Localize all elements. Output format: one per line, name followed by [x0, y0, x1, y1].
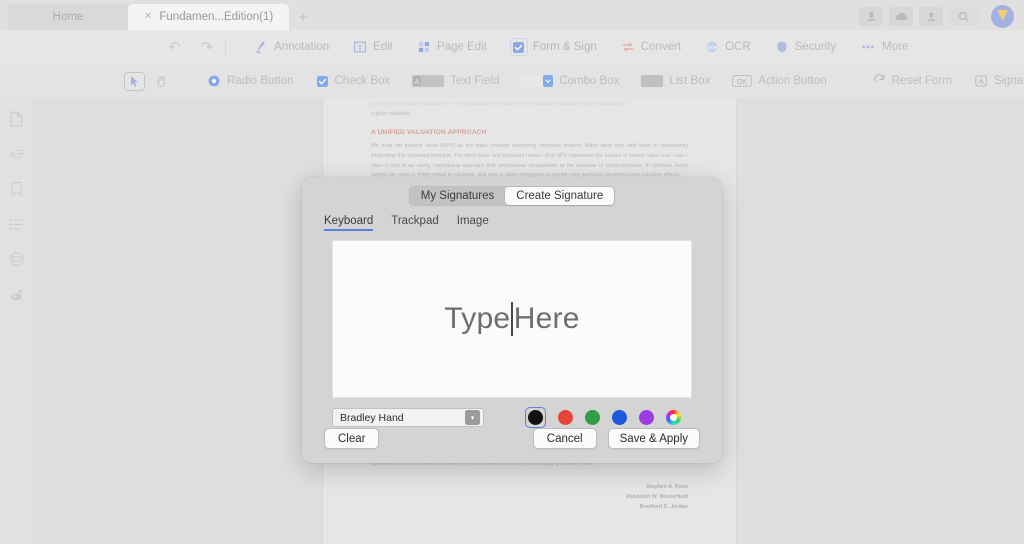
save-apply-button[interactable]: Save & Apply [607, 428, 700, 449]
signature-canvas[interactable]: Type Here [332, 240, 692, 398]
cancel-button[interactable]: Cancel [532, 428, 597, 449]
color-dot-black [528, 410, 543, 425]
color-swatch-wheel-icon[interactable] [666, 410, 681, 425]
color-swatch-blue[interactable] [612, 410, 627, 425]
chevron-down-icon[interactable]: ▾ [465, 410, 480, 425]
signature-placeholder-right: Here [513, 302, 580, 335]
signature-input-tabs: Keyboard Trackpad Image [302, 206, 722, 231]
segment-my-signatures[interactable]: My Signatures [410, 187, 506, 205]
clear-button[interactable]: Clear [324, 428, 380, 449]
signature-mode-segmented-control: My Signatures Create Signature [408, 186, 616, 206]
segment-create-signature[interactable]: Create Signature [505, 187, 615, 205]
dialog-footer-right: Cancel Save & Apply [532, 428, 700, 449]
color-swatch-green[interactable] [585, 410, 600, 425]
font-select-value: Bradley Hand [340, 411, 404, 424]
app-window: Home ✕ Fundamen...Edition(1) + ↶ ↷ Annot… [0, 0, 1024, 544]
signature-placeholder: Type Here [444, 302, 579, 336]
color-swatch-red[interactable] [558, 410, 573, 425]
text-caret [511, 302, 513, 336]
color-swatch-black[interactable] [525, 407, 546, 428]
tab-trackpad[interactable]: Trackpad [391, 215, 439, 231]
font-select[interactable]: Bradley Hand ▾ [332, 408, 484, 427]
signature-placeholder-left: Type [444, 302, 511, 335]
tab-image[interactable]: Image [457, 215, 489, 231]
signature-controls: Bradley Hand ▾ [302, 398, 722, 428]
color-swatch-purple[interactable] [639, 410, 654, 425]
dialog-footer: Clear Cancel Save & Apply [302, 428, 722, 449]
signature-mode-segmented-control-wrap: My Signatures Create Signature [302, 177, 722, 206]
color-swatches [525, 407, 681, 428]
signature-dialog: My Signatures Create Signature Keyboard … [302, 177, 722, 463]
tab-keyboard[interactable]: Keyboard [324, 215, 374, 231]
